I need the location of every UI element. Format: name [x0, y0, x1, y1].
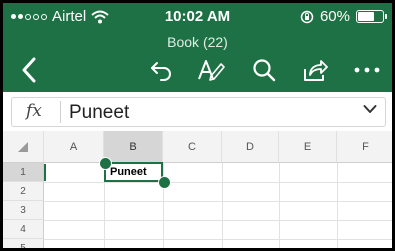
select-all-corner[interactable] [3, 131, 44, 163]
row-header-4[interactable]: 4 [3, 220, 44, 239]
formula-divider [60, 101, 61, 123]
undo-button[interactable] [145, 55, 177, 85]
column-header-c[interactable]: C [163, 131, 222, 163]
status-right: 60% [300, 8, 387, 25]
share-button[interactable] [299, 55, 331, 85]
toolbar [3, 53, 392, 89]
chevron-down-icon[interactable] [363, 104, 377, 114]
selection-handle-top-left[interactable] [99, 157, 112, 170]
row-header-2[interactable]: 2 [3, 182, 44, 201]
header-area: Airtel 10:02 AM 60% Book (22) [3, 3, 392, 92]
battery-percent: 60% [319, 8, 350, 25]
back-button[interactable] [13, 55, 45, 85]
search-icon [253, 59, 276, 82]
more-horizontal-icon [354, 67, 380, 73]
row-header-3[interactable]: 3 [3, 201, 44, 220]
share-icon [304, 60, 328, 81]
cell-gridlines [44, 163, 392, 248]
column-header-a[interactable]: A [44, 131, 104, 163]
column-header-e[interactable]: E [279, 131, 337, 163]
document-title[interactable]: Book (22) [3, 34, 392, 50]
selection-handle-bottom-right[interactable] [158, 176, 171, 189]
column-header-f[interactable]: F [337, 131, 392, 163]
app-frame: Airtel 10:02 AM 60% Book (22) fx Puneet … [0, 0, 395, 251]
status-bar: Airtel 10:02 AM 60% [3, 3, 392, 29]
column-header-b[interactable]: B [104, 131, 163, 163]
spreadsheet-grid: A B C D E F 1 2 3 4 5 Puneet [3, 131, 392, 248]
active-row-indicator [44, 164, 46, 181]
chevron-left-icon [22, 57, 36, 83]
column-header-d[interactable]: D [222, 131, 279, 163]
search-button[interactable] [248, 55, 280, 85]
text-format-pen-icon [198, 60, 225, 81]
undo-icon [151, 62, 171, 81]
selected-cell-b1[interactable]: Puneet [104, 162, 163, 182]
fx-label: fx [26, 101, 42, 121]
row-header-1[interactable]: 1 [3, 163, 44, 182]
corner-triangle-icon [18, 141, 28, 152]
format-button[interactable] [195, 55, 227, 85]
formula-value[interactable]: Puneet [69, 102, 129, 124]
formula-bar[interactable]: fx Puneet [11, 97, 386, 127]
more-button[interactable] [351, 55, 383, 85]
battery-icon [356, 10, 387, 23]
row-header-5[interactable]: 5 [3, 239, 44, 248]
orientation-lock-icon [300, 10, 314, 23]
